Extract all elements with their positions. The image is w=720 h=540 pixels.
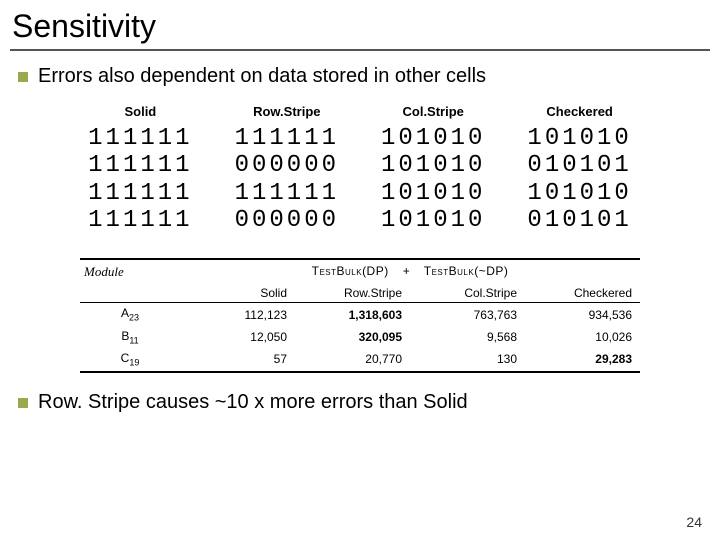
bullet-2-text: Row. Stripe causes ~10 x more errors tha…: [38, 391, 468, 414]
formula-head: TestBulk(DP)+TestBulk(~DP): [180, 264, 640, 280]
data-cell: 57: [180, 352, 295, 366]
col-head: Row.Stripe: [295, 286, 410, 300]
patterns-panel: Solid 111111 111111 111111 111111 Row.St…: [32, 98, 688, 250]
data-cell: 9,568: [410, 330, 525, 344]
table-rule: [80, 371, 640, 373]
title-divider: [10, 49, 710, 51]
results-table: Module TestBulk(DP)+TestBulk(~DP) Solid …: [0, 258, 720, 372]
data-cell: 763,763: [410, 308, 525, 322]
pattern-head: Solid: [124, 104, 156, 119]
table-pattern-head: Solid Row.Stripe Col.Stripe Checkered: [80, 284, 640, 302]
module-cell: A23: [80, 306, 180, 322]
table-head-row: Module TestBulk(DP)+TestBulk(~DP): [80, 260, 640, 284]
pattern-head: Checkered: [546, 104, 612, 119]
pattern-head: Col.Stripe: [403, 104, 464, 119]
data-cell: 20,770: [295, 352, 410, 366]
pattern-block: 101010 010101 101010 010101: [527, 125, 631, 234]
pattern-col-solid: Solid 111111 111111 111111 111111: [88, 104, 192, 234]
module-cell: B11: [80, 329, 180, 345]
col-head: Checkered: [525, 286, 640, 300]
pattern-block: 111111 111111 111111 111111: [88, 125, 192, 234]
page-title: Sensitivity: [0, 0, 720, 49]
pattern-head: Row.Stripe: [253, 104, 320, 119]
data-cell: 1,318,603: [295, 308, 410, 322]
pattern-block: 111111 000000 111111 000000: [235, 125, 339, 234]
module-head: Module: [80, 264, 180, 280]
pattern-block: 101010 101010 101010 101010: [381, 125, 485, 234]
bullet-icon: [18, 72, 28, 82]
bullet-icon: [18, 398, 28, 408]
data-cell: 10,026: [525, 330, 640, 344]
data-cell: 112,123: [180, 308, 295, 322]
data-cell: 29,283: [525, 352, 640, 366]
bullet-1-text: Errors also dependent on data stored in …: [38, 65, 486, 88]
col-head: Col.Stripe: [410, 286, 525, 300]
pattern-col-colstripe: Col.Stripe 101010 101010 101010 101010: [381, 104, 485, 234]
bullet-2-row: Row. Stripe causes ~10 x more errors tha…: [0, 391, 720, 424]
table-row: C19 57 20,770 130 29,283: [80, 348, 640, 370]
module-cell: C19: [80, 351, 180, 367]
data-cell: 320,095: [295, 330, 410, 344]
col-head: Solid: [180, 286, 295, 300]
table-row: B11 12,050 320,095 9,568 10,026: [80, 326, 640, 348]
page-number: 24: [686, 514, 702, 530]
table-row: A23 112,123 1,318,603 763,763 934,536: [80, 303, 640, 325]
data-cell: 12,050: [180, 330, 295, 344]
bullet-1-row: Errors also dependent on data stored in …: [0, 65, 720, 98]
data-cell: 130: [410, 352, 525, 366]
data-cell: 934,536: [525, 308, 640, 322]
pattern-col-rowstripe: Row.Stripe 111111 000000 111111 000000: [235, 104, 339, 234]
pattern-col-checkered: Checkered 101010 010101 101010 010101: [527, 104, 631, 234]
